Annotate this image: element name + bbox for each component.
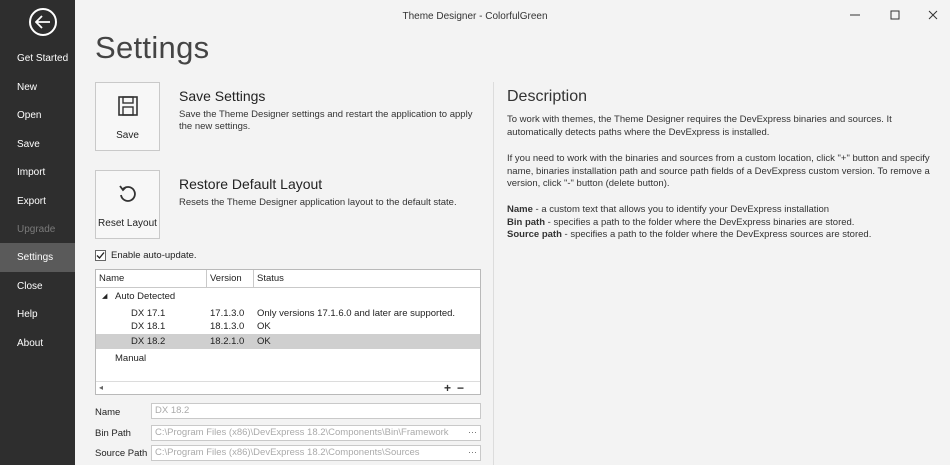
versions-grid[interactable]: Name Version Status ◢ Auto Detected DX 1… [95, 269, 481, 395]
group-row-manual[interactable]: Manual [96, 351, 480, 366]
definition-text: - specifies a path to the folder where t… [561, 229, 872, 240]
cell-version: 18.1.3.0 [210, 321, 245, 332]
definition-term: Bin path [507, 216, 545, 228]
reset-layout-label: Reset Layout [98, 218, 157, 229]
definition-text: - a custom text that allows you to ident… [532, 204, 830, 215]
sidebar-item-about[interactable]: About [0, 329, 75, 358]
floppy-disk-icon [96, 95, 159, 119]
name-field[interactable]: DX 18.2 [151, 403, 481, 419]
definition-term: Source path [507, 229, 562, 240]
bin-path-field[interactable]: C:\Program Files (x86)\DevExpress 18.2\C… [151, 425, 481, 441]
name-field-value: DX 18.2 [155, 405, 190, 416]
scroll-left-icon[interactable]: ◂ [99, 383, 103, 392]
sidebar-item-upgrade: Upgrade [17, 224, 56, 235]
save-settings-button[interactable]: Save [95, 82, 160, 151]
group-label: Manual [115, 353, 147, 364]
auto-update-checkbox[interactable] [95, 249, 106, 261]
collapse-triangle-icon[interactable]: ◢ [102, 289, 107, 304]
cell-status: OK [257, 321, 271, 332]
browse-button[interactable]: ··· [468, 445, 477, 459]
cell-version: 18.2.1.0 [210, 336, 245, 347]
description-paragraph: If you need to work with the binaries an… [507, 153, 930, 189]
minimize-icon[interactable] [840, 6, 870, 24]
remove-version-button[interactable]: − [457, 381, 464, 395]
sidebar-item-export[interactable]: Export [0, 187, 75, 216]
definition-name: Name - a custom text that allows you to … [507, 204, 937, 217]
sidebar-item-new[interactable]: New [0, 73, 75, 102]
cell-status: OK [257, 336, 271, 347]
table-row-selected[interactable]: DX 18.2 18.2.1.0 OK [96, 334, 480, 349]
source-path-value: C:\Program Files (x86)\DevExpress 18.2\C… [155, 447, 420, 458]
column-header-status[interactable]: Status [254, 270, 480, 287]
group-label: Auto Detected [115, 291, 176, 302]
page-title: Settings [95, 30, 210, 65]
save-button-label: Save [116, 130, 139, 141]
sidebar-item-help[interactable]: Help [0, 300, 75, 329]
definition-bin: Bin path - specifies a path to the folde… [507, 217, 937, 230]
definition-source: Source path - specifies a path to the fo… [507, 229, 937, 242]
close-window-icon[interactable] [918, 6, 948, 24]
description-definitions: Name - a custom text that allows you to … [507, 204, 937, 242]
add-version-button[interactable]: + [444, 381, 451, 395]
table-row[interactable]: DX 18.1 18.1.3.0 OK [96, 319, 480, 334]
description-paragraph: To work with themes, the Theme Designer … [507, 114, 892, 138]
backstage-sidebar: Get Started New Open Save Import Export … [0, 0, 75, 465]
bin-path-value: C:\Program Files (x86)\DevExpress 18.2\C… [155, 427, 449, 438]
bin-path-label: Bin Path [95, 428, 131, 439]
sidebar-item-import[interactable]: Import [0, 158, 75, 187]
reset-arrow-icon [96, 183, 159, 207]
grid-header: Name Version Status [96, 270, 480, 288]
definition-term: Name [507, 204, 533, 215]
browse-button[interactable]: ··· [468, 425, 477, 439]
cell-name: DX 18.1 [131, 321, 166, 332]
name-field-label: Name [95, 407, 121, 418]
maximize-icon[interactable] [880, 6, 910, 24]
restore-layout-desc: Resets the Theme Designer application la… [179, 197, 457, 208]
reset-layout-button[interactable]: Reset Layout [95, 170, 160, 239]
definition-text: - specifies a path to the folder where t… [545, 216, 855, 228]
save-settings-title: Save Settings [179, 88, 266, 104]
auto-update-row[interactable]: Enable auto-update. [95, 248, 197, 262]
sidebar-item-close[interactable]: Close [0, 272, 75, 301]
grid-footer: ◂ + − [96, 381, 480, 395]
restore-layout-title: Restore Default Layout [179, 176, 323, 192]
source-path-field[interactable]: C:\Program Files (x86)\DevExpress 18.2\C… [151, 445, 481, 461]
sidebar-item-settings[interactable]: Settings [0, 243, 75, 272]
column-header-version[interactable]: Version [207, 270, 254, 287]
window-title: Theme Designer - ColorfulGreen [402, 11, 548, 22]
save-settings-desc: Save the Theme Designer settings and res… [179, 109, 473, 132]
column-header-name[interactable]: Name [96, 270, 207, 287]
cell-name: DX 18.2 [131, 336, 166, 347]
sidebar-item-open[interactable]: Open [0, 101, 75, 130]
back-arrow-icon[interactable] [29, 8, 57, 36]
sidebar-item-get-started[interactable]: Get Started [0, 44, 75, 73]
description-title: Description [507, 88, 588, 105]
group-row-auto-detected[interactable]: ◢ Auto Detected [96, 289, 480, 304]
sidebar-item-save[interactable]: Save [0, 130, 75, 159]
auto-update-label: Enable auto-update. [111, 249, 197, 261]
title-bar: Theme Designer - ColorfulGreen [75, 0, 950, 32]
source-path-label: Source Path [95, 448, 148, 459]
panel-divider [493, 82, 494, 465]
